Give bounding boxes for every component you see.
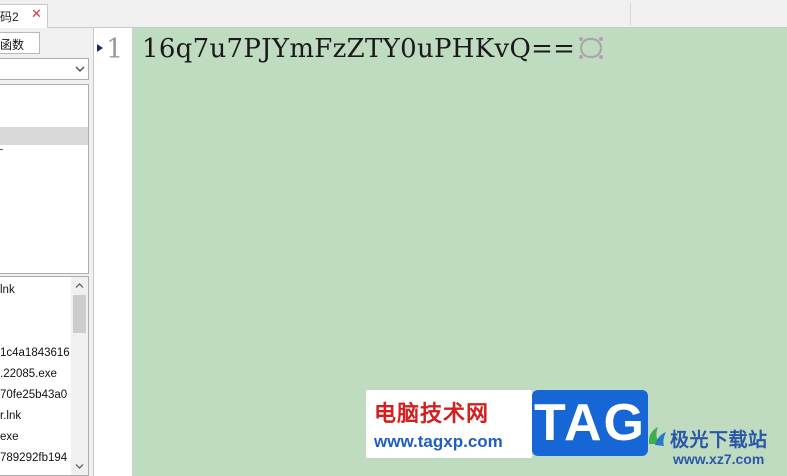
watermark-brand-cn: 电脑技术网 [374, 402, 490, 427]
vertical-scrollbar[interactable] [71, 277, 88, 475]
tree-line [0, 149, 3, 150]
arrow-up-icon[interactable] [71, 277, 88, 294]
tab-functions-label: 函数 [0, 38, 25, 52]
arrow-down-icon[interactable] [71, 458, 88, 475]
code-line-text: 16q7u7PJYmFzZTY0uPHKvQ== [142, 34, 576, 64]
line-number: 1 [106, 34, 124, 65]
list-item[interactable]: 1c4a1843616 [0, 346, 70, 360]
tab-label: 码2 [0, 10, 19, 24]
document-tab-strip: 码2 ✕ [0, 0, 787, 28]
tree-selected-row[interactable] [0, 127, 88, 145]
watermark-second-url: www.xz7.com [673, 451, 765, 467]
tab-functions[interactable]: 函数 [0, 32, 40, 54]
toolbar-divider [630, 3, 631, 25]
watermark-tagxp: 电脑技术网 www.tagxp.com [366, 390, 532, 458]
line-number-gutter: 1 [94, 28, 132, 476]
watermark-tag-logo: TAG [532, 390, 648, 456]
list-item[interactable]: 70fe25b43a0 [0, 388, 70, 402]
function-combo[interactable] [0, 58, 89, 80]
tab-document[interactable]: 码2 ✕ [0, 4, 48, 28]
list-item[interactable]: lnk [0, 283, 70, 297]
fold-triangle-icon[interactable] [97, 44, 103, 52]
aurora-logo-icon [648, 427, 666, 446]
code-line[interactable]: 16q7u7PJYmFzZTY0uPHKvQ== [142, 34, 606, 68]
function-tree[interactable] [0, 84, 89, 274]
watermark-tag-text: TAG [534, 394, 646, 452]
chevron-down-icon[interactable] [72, 59, 88, 79]
eol-symbol-icon [576, 35, 606, 68]
file-list[interactable]: lnk 1c4a1843616 .22085.exe 70fe25b43a0 r… [0, 276, 89, 476]
list-item[interactable]: exe [0, 430, 70, 444]
side-panel: 函数 lnk 1c4a1843616 .22085.exe 70fe25b43a… [0, 28, 91, 476]
list-item[interactable]: 789292fb194 [0, 451, 70, 465]
list-item[interactable]: .22085.exe [0, 367, 70, 381]
list-item[interactable]: r.lnk [0, 409, 70, 423]
scrollbar-thumb[interactable] [73, 295, 86, 333]
close-icon[interactable]: ✕ [31, 6, 42, 22]
watermark-url: www.tagxp.com [374, 432, 503, 451]
watermark-second-brand: 极光下载站 [670, 429, 768, 451]
